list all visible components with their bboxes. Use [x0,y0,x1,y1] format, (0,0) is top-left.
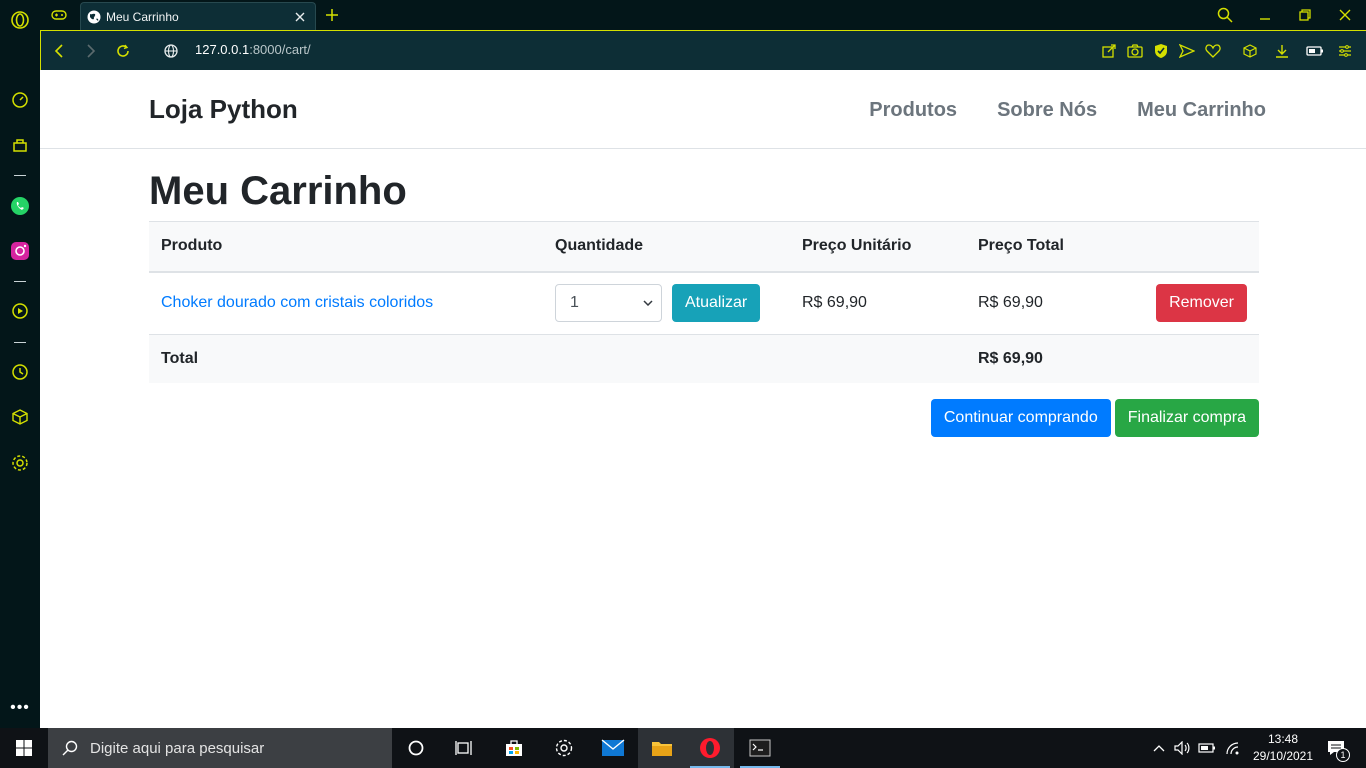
checkout-button[interactable]: Finalizar compra [1114,398,1259,437]
search-placeholder: Digite aqui para pesquisar [90,739,265,757]
forward-icon[interactable] [80,40,102,62]
send-icon[interactable] [1177,41,1197,61]
browser-sidebar: ••• [0,0,40,728]
site-nav: Produtos Sobre Nós Meu Carrinho [869,99,1266,122]
sidebar-more-icon[interactable]: ••• [9,699,31,716]
instagram-icon[interactable] [9,240,31,262]
tab-strip: Meu Carrinho [40,0,1366,30]
url-path: :8000/cart/ [249,42,311,57]
file-explorer-icon[interactable] [638,728,686,768]
table-row: Choker dourado com cristais coloridos 1 … [149,271,1259,335]
url-host: 127.0.0.1 [195,42,250,57]
cart-content: Meu Carrinho Produto Quantidade Preço Un… [149,168,1259,437]
cart-actions: Continuar comprando Finalizar compra [149,398,1259,437]
column-header-quantidade: Quantidade [543,221,790,273]
player-icon[interactable] [9,300,31,322]
web-page: Loja Python Produtos Sobre Nós Meu Carri… [40,70,1366,728]
sidebar-divider [14,342,26,343]
total-price: R$ 69,90 [966,271,1116,335]
taskbar: Digite aqui para pesquisar 13:48 29/10/2… [0,728,1366,768]
windows-start-icon[interactable] [0,728,48,768]
update-button[interactable]: Atualizar [672,284,761,323]
site-info-icon[interactable] [160,40,182,62]
tab-title: Meu Carrinho [106,9,179,24]
show-hidden-icons-icon[interactable] [1150,728,1168,768]
terminal-icon[interactable] [736,728,784,768]
notifications-icon[interactable]: 1 [1320,728,1352,768]
settings-icon[interactable] [9,452,31,474]
extensions-cube-icon[interactable] [1240,41,1260,61]
reload-icon[interactable] [112,40,134,62]
microsoft-store-icon[interactable] [490,728,538,768]
history-icon[interactable] [9,361,31,383]
cortana-icon[interactable] [392,728,440,768]
column-header-produto: Produto [149,221,543,273]
search-tabs-icon[interactable] [1212,4,1238,26]
total-row: Total R$ 69,90 [149,334,1259,383]
shopping-icon[interactable] [9,134,31,156]
back-icon[interactable] [48,40,70,62]
adblock-shield-icon[interactable] [1151,41,1171,61]
snapshot-icon[interactable] [1125,41,1145,61]
nav-link-produtos[interactable]: Produtos [869,99,957,122]
column-header-preco-unitario: Preço Unitário [790,221,966,273]
network-icon[interactable] [1222,728,1244,768]
clock-date: 29/10/2021 [1252,749,1314,763]
task-view-icon[interactable] [440,728,488,768]
sidebar-divider [14,175,26,176]
address-bar: 127.0.0.1:8000/cart/ [40,30,1366,70]
quantity-value: 1 [570,294,579,312]
extensions-icon[interactable] [9,406,31,428]
restore-icon[interactable] [1292,4,1318,26]
notification-count-badge: 1 [1336,748,1350,762]
globe-icon [87,10,101,23]
taskbar-search[interactable]: Digite aqui para pesquisar [48,728,392,768]
site-navbar: Loja Python Produtos Sobre Nós Meu Carri… [40,70,1366,149]
url-field[interactable]: 127.0.0.1:8000/cart/ [195,42,311,57]
total-value: R$ 69,90 [966,334,1116,383]
close-tab-icon[interactable] [291,8,309,26]
windows-settings-icon[interactable] [540,728,588,768]
new-tab-icon[interactable] [322,5,342,25]
battery-icon[interactable] [1196,728,1218,768]
gamepad-icon[interactable] [48,4,70,26]
opera-menu-icon[interactable] [9,9,31,31]
search-icon [62,740,78,756]
clock-time: 13:48 [1267,732,1299,746]
easy-setup-icon[interactable] [1335,41,1355,61]
nav-link-meu-carrinho[interactable]: Meu Carrinho [1137,99,1266,122]
nav-link-sobre-nos[interactable]: Sobre Nós [997,99,1097,122]
sidebar-divider [14,281,26,282]
column-header-preco-total: Preço Total [966,221,1116,273]
whatsapp-icon[interactable] [9,195,31,217]
cart-table: Produto Quantidade Preço Unitário Preço … [149,221,1259,383]
opera-taskbar-icon[interactable] [686,728,734,768]
column-header-actions [1116,221,1259,273]
download-icon[interactable] [1272,41,1292,61]
total-label: Total [149,334,543,383]
mail-icon[interactable] [589,728,637,768]
unit-price: R$ 69,90 [790,271,966,335]
quantity-select[interactable]: 1 [555,284,662,323]
continue-shopping-button[interactable]: Continuar comprando [930,398,1111,437]
product-link[interactable]: Choker dourado com cristais coloridos [161,294,433,311]
chevron-down-icon [643,300,653,307]
system-clock[interactable]: 13:48 29/10/2021 [1248,731,1318,765]
close-window-icon[interactable] [1332,4,1358,26]
page-title: Meu Carrinho [149,169,407,213]
share-icon[interactable] [1099,41,1119,61]
remove-button[interactable]: Remover [1156,284,1247,323]
volume-icon[interactable] [1172,728,1192,768]
minimize-icon[interactable] [1252,4,1278,26]
tab-meu-carrinho[interactable]: Meu Carrinho [80,2,316,30]
table-header-row: Produto Quantidade Preço Unitário Preço … [149,221,1259,273]
speed-dial-icon[interactable] [9,89,31,111]
bookmark-heart-icon[interactable] [1203,41,1223,61]
site-brand[interactable]: Loja Python [149,94,298,125]
battery-saver-icon[interactable] [1305,41,1325,61]
